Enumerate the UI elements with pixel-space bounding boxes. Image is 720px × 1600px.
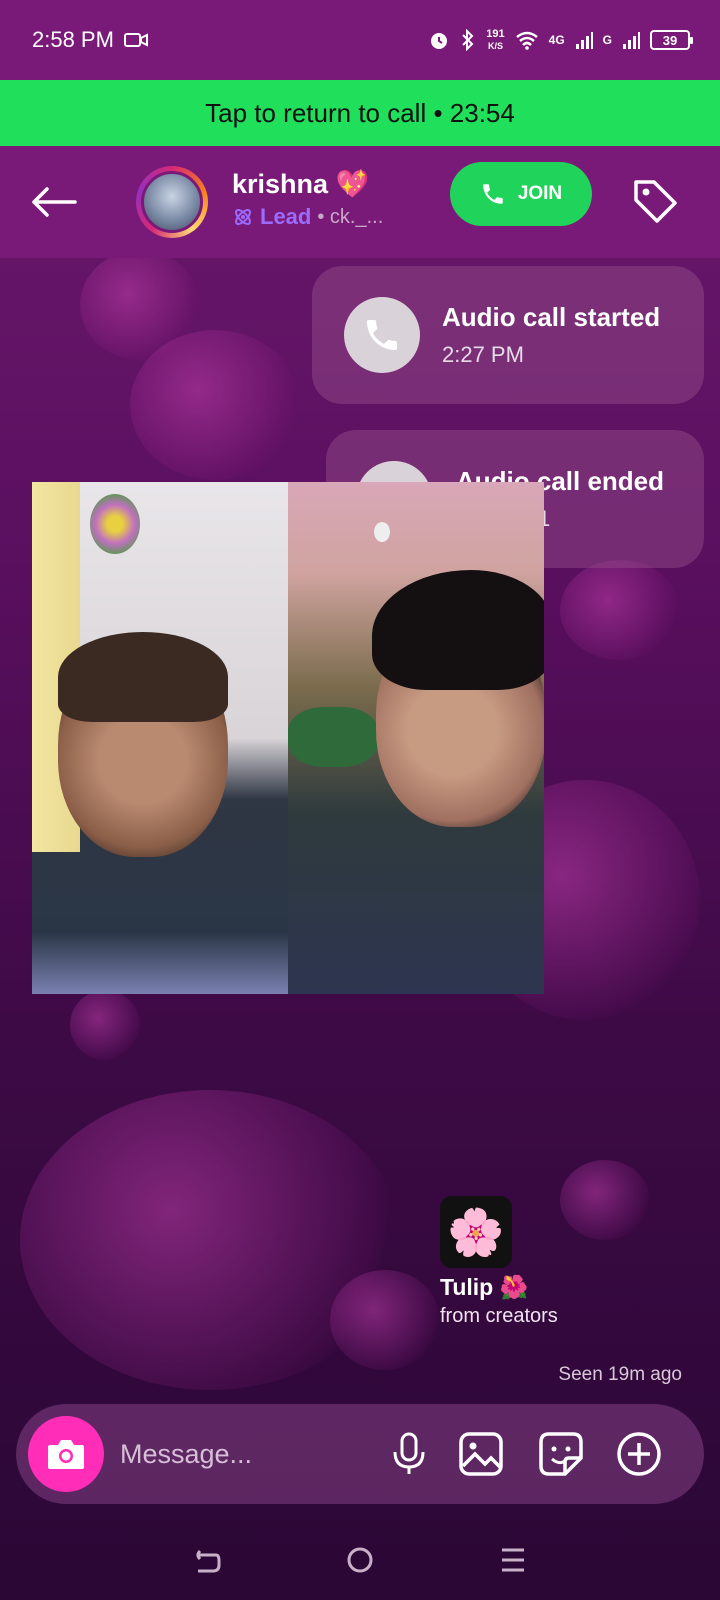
message-input[interactable] — [120, 1432, 380, 1476]
photo-left-half — [32, 482, 288, 994]
join-label: JOIN — [517, 183, 563, 204]
network-g-label: G — [602, 33, 612, 47]
tag-icon — [634, 180, 677, 223]
sticker-message[interactable]: 🌸 Tulip 🌺 from creators — [440, 1196, 558, 1328]
contact-name[interactable]: krishna 💖 — [232, 168, 369, 200]
call-started-message[interactable]: Audio call started 2:27 PM — [312, 266, 704, 404]
avatar[interactable] — [136, 166, 208, 238]
nav-back-icon — [196, 1549, 221, 1573]
call-started-title: Audio call started — [442, 302, 661, 332]
join-call-button[interactable]: JOIN — [450, 162, 592, 226]
alarm-icon — [431, 33, 448, 49]
microphone-icon — [393, 1432, 425, 1474]
nav-home-icon — [347, 1547, 373, 1573]
battery-icon: 39 — [650, 30, 693, 50]
background-heart — [20, 1090, 400, 1390]
contact-subtitle: Lead • ck._... — [232, 204, 383, 230]
gallery-icon — [459, 1432, 503, 1476]
background-heart — [130, 330, 300, 480]
system-nav-bar — [0, 1520, 720, 1600]
return-to-call-text: Tap to return to call • 23:54 — [205, 97, 515, 128]
shared-photo[interactable] — [32, 482, 544, 994]
bluetooth-icon — [462, 29, 474, 51]
status-bar: 2:58 PM 191 K/S 4G G 39 — [0, 0, 720, 80]
light-bulb — [374, 522, 390, 542]
photo-right-half — [288, 482, 544, 994]
back-button[interactable] — [30, 178, 78, 226]
microphone-button[interactable] — [384, 1429, 434, 1479]
status-time: 2:58 PM — [32, 27, 114, 52]
wifi-icon — [515, 31, 538, 50]
network-4g-label: 4G — [548, 33, 565, 47]
phone-icon — [367, 320, 397, 350]
signal-icon — [575, 32, 593, 49]
phone-icon — [483, 184, 503, 204]
contact-handle: • ck._... — [317, 205, 384, 228]
back-arrow-icon — [32, 187, 77, 217]
background-heart — [70, 990, 140, 1060]
sticker-button[interactable] — [536, 1429, 586, 1479]
camera-button[interactable] — [28, 1416, 104, 1492]
signal-icon — [623, 32, 640, 49]
plus-icon — [617, 1432, 661, 1476]
seen-status: Seen 19m ago — [558, 1364, 682, 1385]
avatar-image — [141, 171, 203, 233]
nav-back-button[interactable] — [187, 1540, 227, 1580]
more-button[interactable] — [614, 1429, 664, 1479]
sticker-name: Tulip 🌺 — [440, 1274, 529, 1300]
net-speed: 191 K/S — [486, 28, 505, 51]
background-heart — [560, 560, 680, 660]
nav-menu-icon — [502, 1548, 525, 1572]
sticker-source: from creators — [440, 1305, 558, 1327]
background-heart — [330, 1270, 440, 1370]
flower-vase — [90, 494, 140, 554]
flower-sticker-icon: 🌸 — [440, 1196, 512, 1268]
message-composer — [16, 1404, 704, 1504]
hair-right — [372, 570, 544, 690]
chat-header: krishna 💖 Lead • ck._... JOIN — [0, 146, 720, 258]
hair-left — [58, 632, 228, 722]
lead-atom-icon — [235, 209, 251, 225]
nav-home-button[interactable] — [340, 1540, 380, 1580]
sticker-icon — [539, 1432, 583, 1476]
return-to-call-banner[interactable]: Tap to return to call • 23:54 — [0, 80, 720, 146]
call-icon-circle — [344, 297, 420, 373]
camera-icon — [48, 1440, 84, 1469]
lead-badge: Lead — [260, 204, 312, 229]
call-started-time: 2:27 PM — [442, 342, 524, 367]
video-record-icon — [123, 33, 148, 47]
nav-menu-button[interactable] — [493, 1540, 533, 1580]
background-heart — [560, 1160, 650, 1240]
tag-button[interactable] — [630, 176, 680, 226]
background-heart — [80, 250, 200, 360]
gallery-button[interactable] — [456, 1429, 506, 1479]
green-basket — [288, 707, 378, 767]
